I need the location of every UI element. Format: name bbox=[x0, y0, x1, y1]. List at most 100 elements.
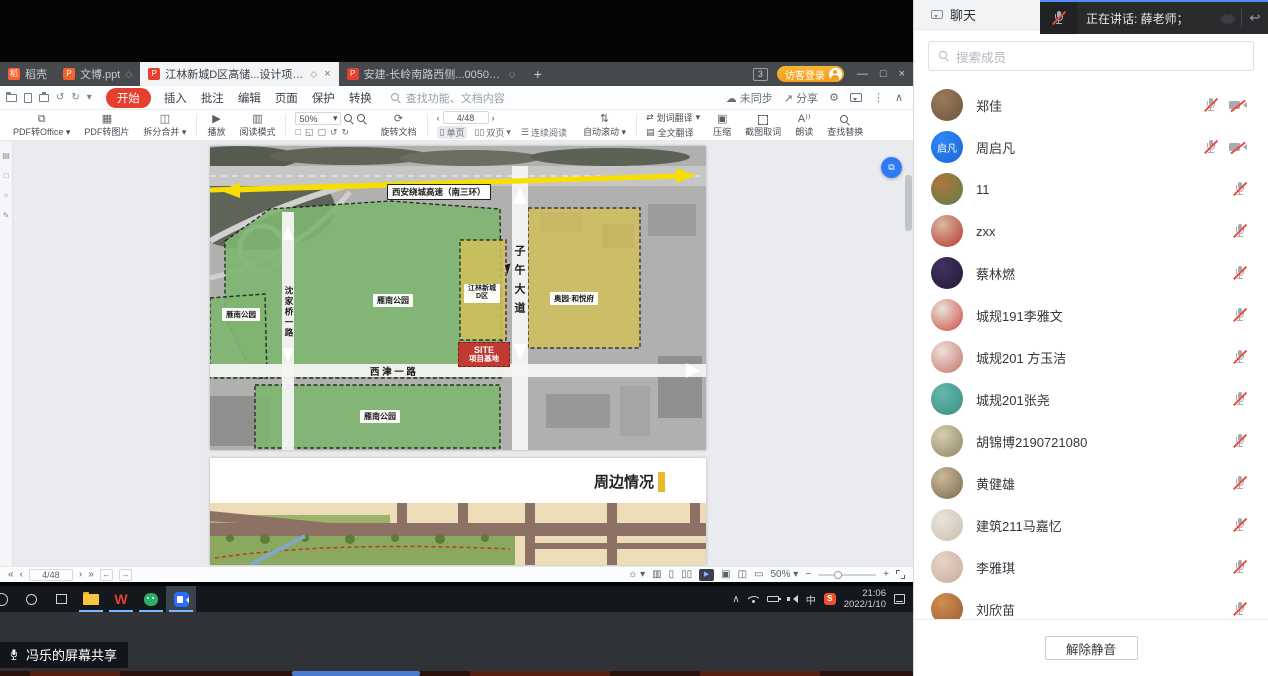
continuous-button[interactable]: ☰连续阅读 bbox=[518, 126, 570, 139]
undo-icon[interactable]: ↺ bbox=[56, 92, 64, 103]
unmute-button[interactable]: 解除静音 bbox=[1045, 636, 1138, 660]
member-row[interactable]: 刘欣苗 bbox=[914, 588, 1268, 619]
print-icon[interactable] bbox=[39, 94, 49, 102]
zoom-select[interactable]: 50%▾ bbox=[295, 112, 341, 125]
mic-muted-icon[interactable] bbox=[1232, 349, 1247, 365]
fit-page-icon[interactable]: □ bbox=[295, 127, 300, 138]
share-button[interactable]: ↗ 分享 bbox=[784, 90, 818, 106]
mic-muted-icon[interactable] bbox=[1232, 475, 1247, 491]
presentation-play-button[interactable]: ▶ bbox=[699, 569, 714, 581]
view-back-button[interactable]: ← bbox=[100, 569, 113, 581]
compress-button[interactable]: ▣压缩 bbox=[706, 113, 738, 138]
full-translate-button[interactable]: ▤全文翻译 bbox=[646, 126, 700, 139]
menu-item[interactable]: 批注 bbox=[201, 93, 224, 105]
member-row[interactable]: 胡锦博2190721080 bbox=[914, 420, 1268, 462]
screenshot-pick-button[interactable]: 截图取词 bbox=[738, 113, 788, 138]
menu-item[interactable]: 插入 bbox=[164, 93, 187, 105]
mic-muted-icon[interactable] bbox=[1232, 433, 1247, 449]
mic-muted-icon[interactable] bbox=[1232, 391, 1247, 407]
split-merge-button[interactable]: ◫拆分合并 ▾ bbox=[136, 113, 193, 138]
maximize-button[interactable]: □ bbox=[880, 68, 887, 80]
sync-status[interactable]: ☁ 未同步 bbox=[726, 90, 773, 106]
pdf-to-office-button[interactable]: ⧉PDF转Office ▾ bbox=[6, 113, 77, 138]
gear-icon[interactable]: ⚙ bbox=[829, 91, 839, 104]
first-page-icon[interactable]: « bbox=[8, 569, 14, 580]
pdf-to-image-button[interactable]: ▦PDF转图片 bbox=[77, 113, 136, 138]
status-page-indicator[interactable]: 4/48 bbox=[29, 569, 73, 581]
sogou-input-icon[interactable]: S bbox=[824, 593, 836, 605]
menu-item[interactable]: 编辑 bbox=[238, 93, 261, 105]
mic-muted-icon[interactable] bbox=[1203, 139, 1218, 155]
status-zoom-value[interactable]: 50% ▾ bbox=[770, 569, 798, 580]
next-page-icon[interactable]: › bbox=[492, 113, 495, 123]
close-tab-icon[interactable]: × bbox=[324, 68, 330, 80]
input-method-indicator[interactable]: 中 bbox=[806, 592, 816, 607]
eye-protect-icon[interactable]: ☼ ▾ bbox=[628, 569, 645, 580]
page-indicator[interactable]: 4/48 bbox=[443, 111, 489, 124]
window-count-badge[interactable]: 3 bbox=[753, 68, 768, 81]
doc-scrollbar[interactable] bbox=[905, 143, 912, 563]
document-tab[interactable]: P 江林新城D区高储...设计项目.pdf ◇ × bbox=[140, 62, 338, 86]
actual-size-icon[interactable]: ▣ bbox=[721, 569, 730, 580]
fit-width-icon[interactable]: ◱ bbox=[305, 127, 314, 138]
mic-muted-icon[interactable] bbox=[1232, 307, 1247, 323]
meeting-app-button[interactable] bbox=[166, 586, 196, 612]
redo-icon[interactable]: ↻ bbox=[71, 92, 79, 103]
continuous-view-icon[interactable]: ▥ bbox=[652, 569, 661, 580]
pin-icon[interactable]: ◇ bbox=[125, 69, 132, 80]
member-row[interactable]: 李雅琪 bbox=[914, 546, 1268, 588]
bookmark-panel-icon[interactable]: □ bbox=[4, 171, 9, 180]
actual-size-icon[interactable]: ▢ bbox=[317, 127, 326, 138]
last-page-icon[interactable]: » bbox=[88, 569, 94, 580]
single-page-view-icon[interactable]: ▯ bbox=[669, 569, 675, 580]
mic-muted-icon[interactable] bbox=[1232, 223, 1247, 239]
guest-login-badge[interactable]: 访客登录 bbox=[777, 66, 844, 82]
annotation-panel-icon[interactable]: ○ bbox=[4, 191, 9, 200]
fit-page-icon[interactable]: ◫ bbox=[738, 569, 747, 580]
taskbar-clock[interactable]: 21:062022/1/10 bbox=[844, 588, 886, 610]
play-button[interactable]: ▶播放 bbox=[200, 113, 232, 138]
document-tab[interactable]: 稻 稻壳 ◇ × bbox=[0, 62, 55, 86]
fullscreen-icon[interactable] bbox=[896, 570, 905, 579]
rotate-doc-button[interactable]: ⟳旋转文档 bbox=[373, 113, 423, 138]
battery-icon[interactable] bbox=[767, 596, 779, 602]
next-page-icon[interactable]: › bbox=[79, 569, 82, 580]
wps-button[interactable]: W bbox=[106, 586, 136, 612]
volume-icon[interactable] bbox=[787, 595, 798, 604]
prev-page-icon[interactable]: ‹ bbox=[437, 113, 440, 123]
start-button[interactable] bbox=[0, 586, 16, 612]
member-row[interactable]: 11 bbox=[914, 168, 1268, 210]
tray-expand-icon[interactable]: ∧ bbox=[732, 594, 739, 605]
zoom-minus-icon[interactable]: − bbox=[805, 569, 811, 580]
collapse-ribbon-icon[interactable]: ∧ bbox=[895, 91, 903, 104]
mic-muted-icon[interactable] bbox=[1203, 97, 1218, 113]
double-page-button[interactable]: ▯▯双页 ▾ bbox=[471, 126, 513, 139]
mic-muted-icon[interactable] bbox=[1232, 559, 1247, 575]
close-button[interactable]: × bbox=[899, 68, 905, 80]
find-replace-button[interactable]: 查找替换 bbox=[820, 113, 870, 138]
action-center-icon[interactable] bbox=[894, 594, 905, 604]
new-tab-button[interactable]: + bbox=[524, 62, 552, 86]
view-forward-button[interactable]: → bbox=[119, 569, 132, 581]
member-row[interactable]: 城规201 方玉洁 bbox=[914, 336, 1268, 378]
rotate-left-icon[interactable]: ↺ bbox=[330, 127, 338, 138]
minimize-button[interactable]: — bbox=[857, 68, 868, 80]
comment-icon[interactable] bbox=[850, 93, 862, 102]
menu-item[interactable]: 页面 bbox=[275, 93, 298, 105]
more-icon[interactable]: ⋮ bbox=[873, 91, 884, 104]
search-button[interactable] bbox=[16, 586, 46, 612]
menu-item[interactable]: 保护 bbox=[312, 93, 335, 105]
mic-muted-icon[interactable] bbox=[1232, 601, 1247, 617]
file-explorer-button[interactable] bbox=[76, 586, 106, 612]
mic-muted-icon[interactable] bbox=[1232, 517, 1247, 533]
chevron-down-icon[interactable]: ▾ bbox=[87, 92, 92, 103]
mic-muted-icon[interactable] bbox=[1232, 265, 1247, 281]
scrollbar-thumb[interactable] bbox=[905, 175, 912, 231]
rotate-right-icon[interactable]: ↻ bbox=[342, 127, 350, 138]
return-arrow-icon[interactable]: ↩ bbox=[1242, 10, 1268, 26]
prev-page-icon[interactable]: ‹ bbox=[20, 569, 23, 580]
function-search[interactable]: 查找功能、文档内容 bbox=[391, 90, 505, 106]
edit-panel-icon[interactable]: ✎ bbox=[3, 211, 10, 220]
member-row[interactable]: zxx bbox=[914, 210, 1268, 252]
open-file-icon[interactable] bbox=[6, 94, 17, 102]
